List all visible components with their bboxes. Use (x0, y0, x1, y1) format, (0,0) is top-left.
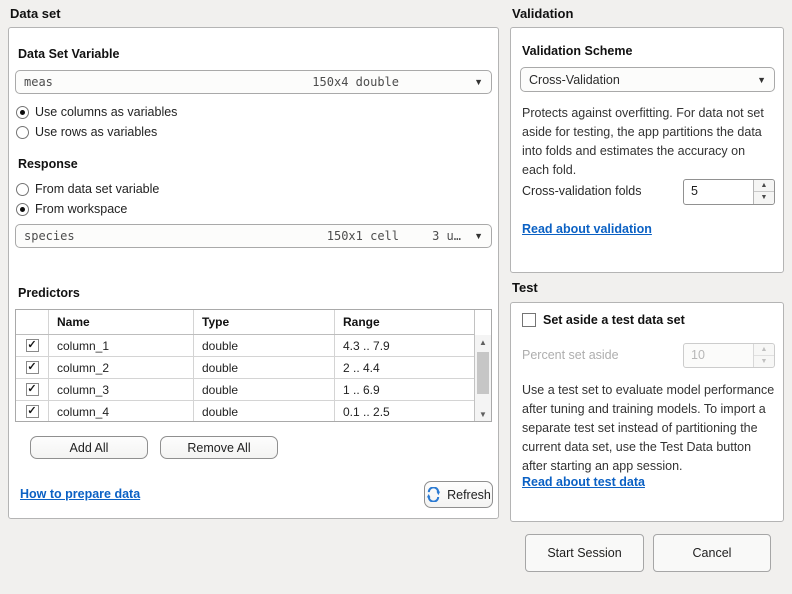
scrollbar-thumb[interactable] (477, 352, 489, 394)
checkbox-icon[interactable] (522, 313, 536, 327)
row-type: double (194, 401, 335, 421)
remove-all-button[interactable]: Remove All (160, 436, 278, 459)
scroll-up-icon[interactable]: ▲ (475, 338, 491, 347)
how-to-prepare-data-link[interactable]: How to prepare data (20, 487, 140, 501)
row-range: 2 .. 4.4 (343, 360, 380, 375)
start-session-button[interactable]: Start Session (525, 534, 644, 572)
refresh-label: Refresh (447, 487, 491, 502)
validation-scheme-combobox[interactable]: Cross-Validation ▼ (520, 67, 775, 92)
response-variable-value: species (24, 229, 75, 243)
header-range: Range (343, 315, 380, 329)
dataset-variable-value: meas (24, 75, 53, 89)
row-checkbox[interactable]: ✓ (25, 361, 39, 374)
response-variable-unique-count: 3 u… (432, 229, 461, 243)
radio-button-icon (16, 202, 29, 216)
set-aside-test-label: Set aside a test data set (543, 313, 685, 327)
row-range: 0.1 .. 2.5 (343, 404, 390, 419)
spinner-buttons: ▲ ▼ (753, 180, 774, 204)
header-name: Name (49, 310, 194, 334)
row-range: 4.3 .. 7.9 (343, 338, 390, 353)
radio-from-dataset-variable[interactable]: From data set variable (16, 181, 159, 197)
percent-set-aside-value: 10 (691, 348, 705, 362)
percent-set-aside-spinner: 10 ▲ ▼ (683, 343, 775, 368)
refresh-button[interactable]: Refresh (424, 481, 493, 508)
response-variable-combobox[interactable]: species 150x1 cell 3 u… ▼ (15, 224, 492, 248)
spinner-down-icon[interactable]: ▼ (754, 192, 774, 204)
cancel-button[interactable]: Cancel (653, 534, 771, 572)
cv-folds-value: 5 (691, 184, 698, 198)
chevron-down-icon: ▼ (474, 231, 483, 241)
dataset-section-title: Data set (10, 6, 61, 21)
radio-from-workspace-label: From workspace (35, 202, 128, 216)
table-row[interactable]: ✓ column_2 double 2 .. 4.4 (16, 357, 474, 379)
spinner-up-icon[interactable]: ▲ (754, 180, 774, 192)
predictors-table-body: ✓ column_1 double 4.3 .. 7.9 ✓ column_2 … (16, 335, 474, 421)
cv-folds-spinner[interactable]: 5 ▲ ▼ (683, 179, 775, 205)
radio-from-workspace[interactable]: From workspace (16, 201, 127, 217)
row-name: column_2 (49, 357, 194, 378)
validation-section-title: Validation (512, 6, 574, 21)
row-name: column_4 (49, 401, 194, 421)
row-name: column_1 (49, 335, 194, 356)
table-row[interactable]: ✓ column_3 double 1 .. 6.9 (16, 379, 474, 401)
radio-use-columns[interactable]: Use columns as variables (16, 104, 177, 120)
row-checkbox[interactable]: ✓ (25, 339, 39, 352)
spinner-down-icon: ▼ (760, 357, 768, 365)
row-type: double (194, 335, 335, 356)
header-type: Type (194, 310, 335, 334)
dataset-variable-label: Data Set Variable (18, 47, 120, 61)
validation-scheme-value: Cross-Validation (529, 73, 620, 87)
add-all-label: Add All (69, 440, 109, 455)
read-about-validation-link[interactable]: Read about validation (522, 222, 652, 236)
response-variable-size-type: 150x1 cell (326, 229, 399, 243)
scrollbar-track[interactable]: ▲ ▼ (475, 335, 491, 421)
header-checkbox-column (16, 310, 49, 334)
row-type: double (194, 379, 335, 400)
table-row[interactable]: ✓ column_4 double 0.1 .. 2.5 (16, 401, 474, 421)
test-description: Use a test set to evaluate model perform… (522, 383, 775, 473)
start-session-label: Start Session (547, 546, 622, 560)
spinner-up-icon: ▲ (754, 344, 774, 356)
table-row[interactable]: ✓ column_1 double 4.3 .. 7.9 (16, 335, 474, 357)
percent-set-aside-label: Percent set aside (522, 348, 619, 362)
set-aside-test-checkbox-row[interactable]: Set aside a test data set (522, 313, 685, 327)
table-scrollbar[interactable]: ▲ ▼ (474, 310, 491, 421)
spinner-buttons: ▲ ▼ (753, 344, 774, 367)
radio-use-columns-label: Use columns as variables (35, 105, 178, 119)
predictors-label: Predictors (18, 286, 80, 300)
refresh-icon (426, 487, 441, 502)
row-range: 1 .. 6.9 (343, 382, 380, 397)
row-type: double (194, 357, 335, 378)
chevron-down-icon: ▼ (757, 75, 766, 85)
chevron-down-icon: ▼ (474, 77, 483, 87)
validation-scheme-label: Validation Scheme (522, 44, 633, 58)
response-label: Response (18, 157, 78, 171)
radio-button-icon (16, 125, 29, 139)
radio-from-dataset-variable-label: From data set variable (35, 182, 160, 196)
cancel-label: Cancel (692, 546, 732, 560)
radio-button-icon (16, 182, 29, 196)
row-name: column_3 (49, 379, 194, 400)
remove-all-label: Remove All (187, 440, 251, 455)
scroll-down-icon[interactable]: ▼ (475, 410, 491, 419)
add-all-button[interactable]: Add All (30, 436, 148, 459)
validation-description: Protects against overfitting. For data n… (522, 106, 764, 177)
cv-folds-label: Cross-validation folds (522, 184, 642, 198)
test-section-title: Test (512, 280, 538, 295)
radio-use-rows-label: Use rows as variables (35, 125, 158, 139)
predictors-table-header: Name Type Range (16, 310, 474, 335)
radio-button-icon (16, 105, 29, 119)
row-checkbox[interactable]: ✓ (25, 383, 39, 396)
radio-use-rows[interactable]: Use rows as variables (16, 124, 157, 140)
read-about-test-data-link[interactable]: Read about test data (522, 475, 645, 489)
predictors-table: Name Type Range ✓ column_1 double 4.3 ..… (15, 309, 492, 422)
dataset-variable-combobox[interactable]: meas 150x4 double ▼ (15, 70, 492, 94)
dataset-variable-size-type: 150x4 double (312, 75, 399, 89)
row-checkbox[interactable]: ✓ (25, 405, 39, 418)
